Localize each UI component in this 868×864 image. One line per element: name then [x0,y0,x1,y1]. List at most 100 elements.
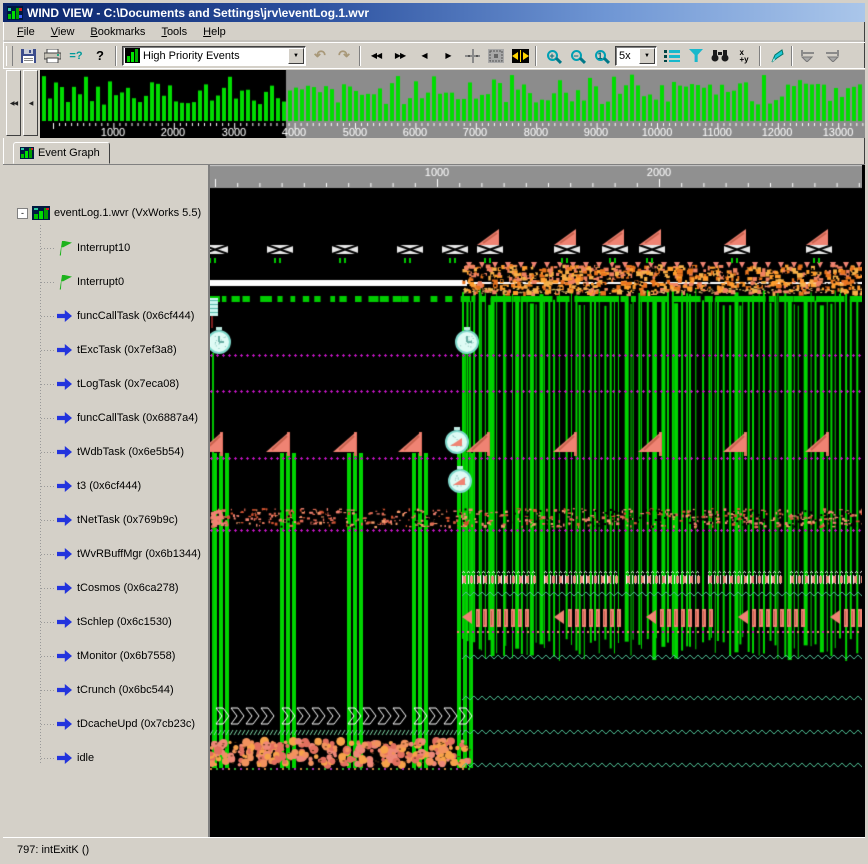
goto-end-button[interactable] [820,45,844,67]
tree-item[interactable]: funcCallTask (0x6887a4) [3,401,208,435]
tree-item-label: t3 (0x6cf444) [77,480,141,492]
tree-item-label: tDcacheUpd (0x7cb23c) [77,718,195,730]
toolbar-separator [359,46,361,66]
tree-item-label: tCrunch (0x6bc544) [77,684,174,696]
undo-button[interactable]: ↶ [308,45,332,67]
tree-item[interactable]: tCrunch (0x6bc544) [3,673,208,707]
tree-item[interactable]: Interrupt10 [3,231,208,265]
help-button[interactable]: ? [88,45,112,67]
tree-item-label: tNetTask (0x769b9c) [77,514,178,526]
next-fast-button[interactable]: ▶▶ [388,45,412,67]
tree-item-connector [41,622,56,623]
tree-item[interactable]: tDcacheUpd (0x7cb23c) [3,707,208,741]
menu-item[interactable]: View [43,23,83,41]
crosshair-icon [465,49,480,63]
tree-collapse-toggle[interactable]: - [17,208,28,219]
tree-item-label: funcCallTask (0x6cf444) [77,310,194,322]
overview-scroll-fast-left-button[interactable]: ◀◀ [6,70,21,136]
tree-item-connector [41,248,56,249]
tree-item-icon [57,411,72,426]
chevron-down-icon: ▼ [644,53,650,59]
tree-item[interactable]: tCosmos (0x6ca278) [3,571,208,605]
tree-item[interactable]: tWvRBuffMgr (0x6b1344) [3,537,208,571]
tree-item-connector [41,350,56,351]
menu-item[interactable]: Help [195,23,234,41]
tree-item-connector [41,724,56,725]
tree-item[interactable]: t3 (0x6cf444) [3,469,208,503]
tree-item[interactable]: idle [3,741,208,775]
title-bar[interactable]: WIND VIEW - C:\Documents and Settings\jr… [3,3,865,22]
search-button[interactable] [708,45,732,67]
tree-item-label: tWvRBuffMgr (0x6b1344) [77,548,201,560]
marker-button[interactable] [764,45,788,67]
double-left-arrow-icon: ◀◀ [10,100,17,107]
tree-item-connector [41,758,56,759]
context-help-button[interactable]: =? [64,45,88,67]
window-title: WIND VIEW - C:\Documents and Settings\jr… [27,6,369,20]
menu-item[interactable]: File [9,23,43,41]
main-content: - eventLog.1.wvr (VxWorks 5.5) [3,164,865,837]
event-list-button[interactable] [660,45,684,67]
tree-item[interactable]: tMonitor (0x6b7558) [3,639,208,673]
view-select-dropdown[interactable]: ▼ [288,48,304,64]
tree-item-label: Interrupt0 [77,276,124,288]
tree-item-icon [57,309,72,324]
tree-item[interactable]: Interrupt0 [3,265,208,299]
center-cursor-button[interactable] [460,45,484,67]
goto-start-button[interactable] [796,45,820,67]
menu-item[interactable]: Tools [153,23,195,41]
filter-icon [689,49,703,62]
tree-item[interactable]: tExcTask (0x7ef3a8) [3,333,208,367]
overview-scroll-left-button[interactable]: ◀ [23,70,38,136]
zoom-region-button[interactable] [484,45,508,67]
tree-item-icon [57,683,72,698]
print-button[interactable] [40,45,64,67]
tree-item-connector [41,316,56,317]
event-graph-canvas[interactable] [210,165,862,835]
view-select-value: High Priority Events [140,50,288,62]
tree-item[interactable]: tWdbTask (0x6e5b54) [3,435,208,469]
task-tree-panel: - eventLog.1.wvr (VxWorks 5.5) [3,165,210,837]
xy-icon: x +y [739,49,748,63]
coordinates-button[interactable]: x +y [732,45,756,67]
save-icon [21,49,36,63]
tree-item-connector [41,452,56,453]
tree-item[interactable]: tSchlep (0x6c1530) [3,605,208,639]
tree-root-row[interactable]: - eventLog.1.wvr (VxWorks 5.5) [17,203,208,223]
zoom-level-combo[interactable]: 5x ▼ [615,46,657,66]
event-graph-panel [210,165,865,837]
prev-icon: ◀ [421,51,426,60]
prev-fast-button[interactable]: ◀◀ [364,45,388,67]
tree-root-label: eventLog.1.wvr (VxWorks 5.5) [54,207,201,219]
prev-event-button[interactable]: ◀ [412,45,436,67]
tree-item[interactable]: funcCallTask (0x6cf444) [3,299,208,333]
zoom-level-value: 5x [616,50,639,62]
tree-item-label: tExcTask (0x7ef3a8) [77,344,177,356]
menu-item[interactable]: Bookmarks [82,23,153,41]
filter-button[interactable] [684,45,708,67]
zoom-reset-button[interactable]: 1 [588,45,612,67]
left-arrow-icon: ◀ [29,100,33,107]
toolbar-handle[interactable] [6,46,13,66]
view-select-combo[interactable]: High Priority Events ▼ [122,46,306,66]
tree-item-label: tSchlep (0x6c1530) [77,616,172,628]
zoom-out-button[interactable]: − [564,45,588,67]
zoom-in-button[interactable]: + [540,45,564,67]
tree-item-label: tLogTask (0x7eca08) [77,378,179,390]
next-event-button[interactable]: ▶ [436,45,460,67]
tab-event-graph[interactable]: Event Graph [13,142,110,164]
fit-width-button[interactable] [508,45,532,67]
prev-fast-icon: ◀◀ [371,51,381,60]
tree-item-label: tCosmos (0x6ca278) [77,582,179,594]
overview-strip: ◀◀ ◀ [3,68,865,138]
tree-item-icon [57,547,72,562]
tree-item-connector [41,656,56,657]
binoculars-icon [711,49,729,62]
tree-item-icon [57,377,72,392]
zoom-level-dropdown[interactable]: ▼ [639,48,655,64]
overview-histogram[interactable] [40,70,865,138]
save-button[interactable] [16,45,40,67]
tree-item[interactable]: tLogTask (0x7eca08) [3,367,208,401]
redo-button[interactable]: ↷ [332,45,356,67]
tree-item[interactable]: tNetTask (0x769b9c) [3,503,208,537]
